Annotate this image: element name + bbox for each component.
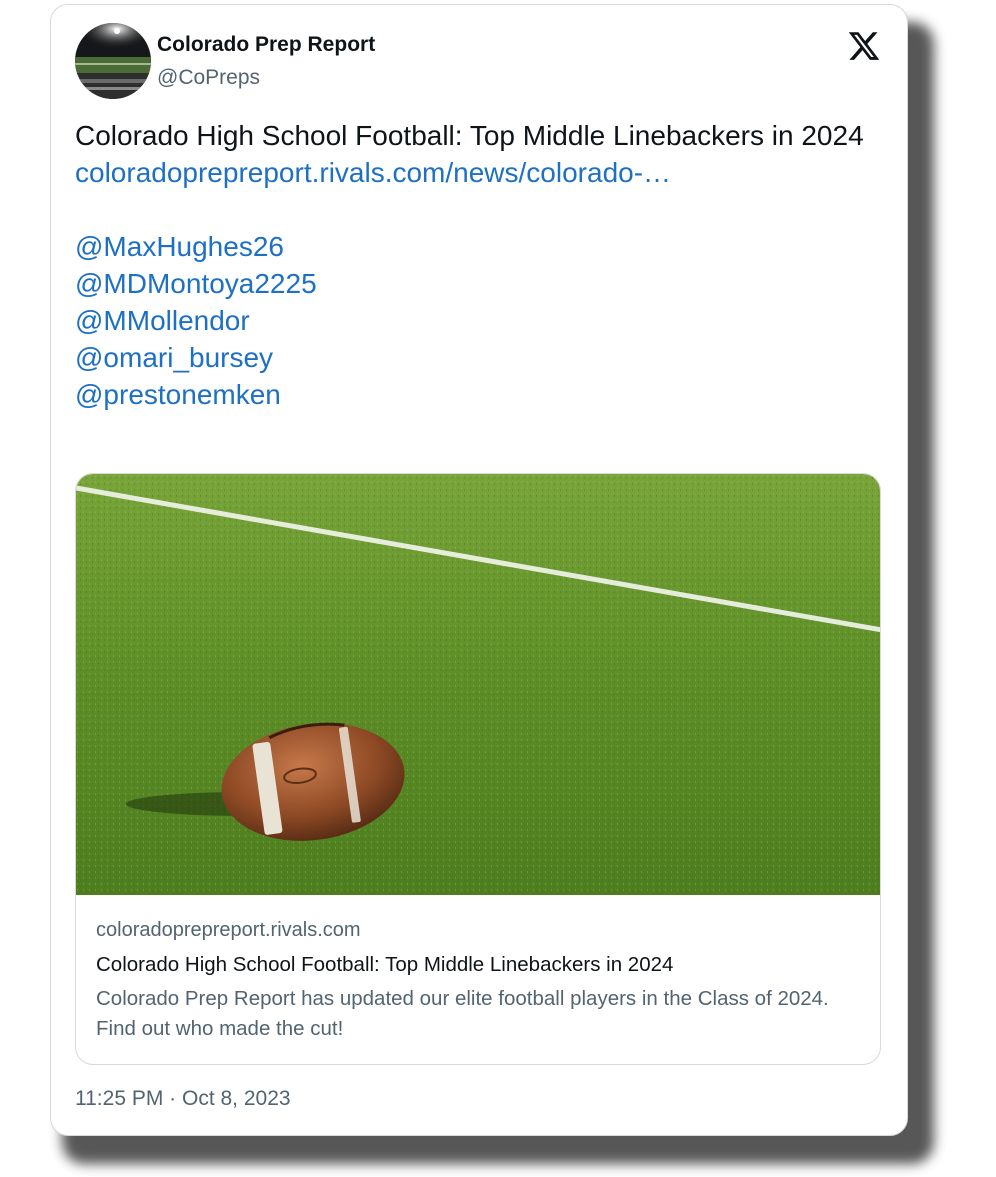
mention-link[interactable]: @MMollendor (75, 302, 885, 339)
football-on-turf-image[interactable] (76, 474, 880, 895)
mention-link[interactable]: @omari_bursey (75, 339, 885, 376)
tweet-timestamp[interactable]: 11:25 PM · Oct 8, 2023 (75, 1087, 291, 1111)
tweet-text: Colorado High School Football: Top Middl… (75, 120, 864, 151)
mention-link[interactable]: @MaxHughes26 (75, 228, 885, 265)
link-preview-card[interactable]: coloradoprepreport.rivals.com Colorado H… (75, 473, 881, 1065)
tweet-card[interactable]: Colorado Prep Report @CoPreps Colorado H… (50, 4, 908, 1136)
display-name[interactable]: Colorado Prep Report (157, 33, 375, 57)
mention-link[interactable]: @MDMontoya2225 (75, 265, 885, 302)
link-card-title[interactable]: Colorado High School Football: Top Middl… (96, 950, 860, 980)
avatar[interactable] (75, 23, 151, 99)
mention-link[interactable]: @prestonemken (75, 376, 885, 413)
user-handle[interactable]: @CoPreps (157, 66, 260, 90)
tweet-body: Colorado High School Football: Top Middl… (75, 117, 885, 413)
x-logo-icon[interactable] (847, 29, 881, 63)
link-card-meta: coloradoprepreport.rivals.com Colorado H… (96, 916, 860, 1044)
link-card-domain[interactable]: coloradoprepreport.rivals.com (96, 916, 860, 944)
tweet-header: Colorado Prep Report @CoPreps (75, 23, 883, 101)
link-card-description: Colorado Prep Report has updated our eli… (96, 987, 829, 1040)
article-link[interactable]: coloradoprepreport.rivals.com/news/color… (75, 154, 885, 191)
